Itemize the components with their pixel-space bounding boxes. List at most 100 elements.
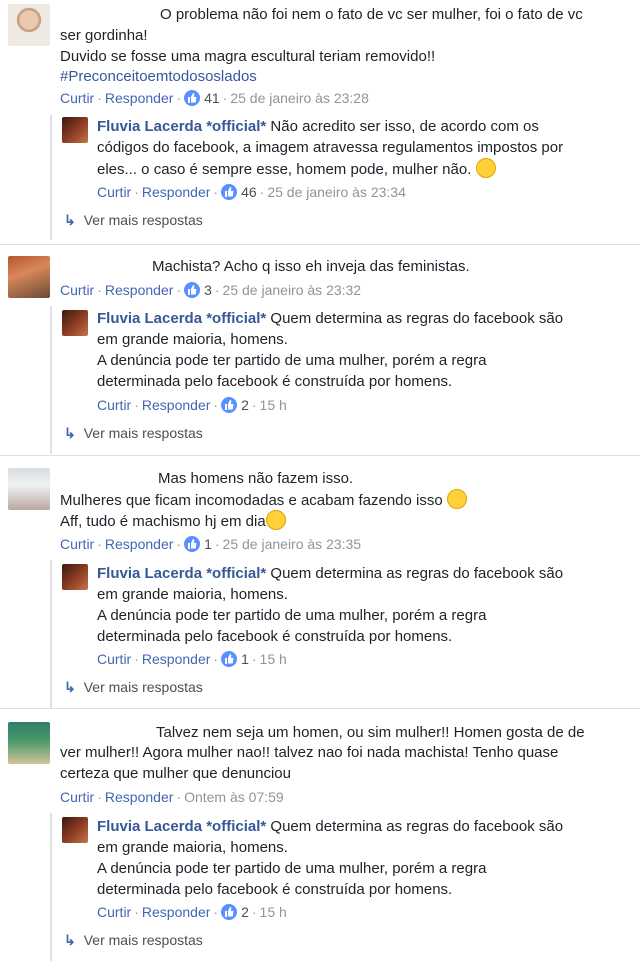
reply-time[interactable]: 15 h — [260, 397, 287, 413]
reply-text-1-line2: códigos do facebook, a imagem atravessa … — [97, 139, 564, 156]
reply-author-name[interactable]: Fluvia Lacerda *official* — [97, 565, 266, 582]
reply-text-4-line4: determinada pelo facebook é construída p… — [97, 881, 453, 898]
like-link[interactable]: Curtir — [60, 90, 94, 106]
thumbs-up-icon[interactable] — [221, 184, 238, 200]
reaction-count[interactable]: 2 — [241, 397, 249, 413]
comment-time[interactable]: 25 de janeiro às 23:28 — [230, 90, 369, 106]
reply-text-4: Fluvia Lacerda *official* Quem determina… — [97, 818, 564, 835]
comment-actions-2: Curtir · Responder · 3 · 25 de janeiro às 23:3… — [60, 282, 362, 298]
reply-text-3-line4: determinada pelo facebook é construída p… — [97, 628, 453, 645]
thumbs-up-icon[interactable] — [184, 536, 201, 552]
reply-time[interactable]: 15 h — [260, 651, 287, 667]
reply-arrow-icon: ↳ — [64, 932, 76, 948]
comment-text-4-line2: ver mulher!! Agora mulher nao!! talvez n… — [60, 744, 559, 761]
thumbs-up-icon[interactable] — [184, 282, 201, 298]
like-link[interactable]: Curtir — [97, 651, 131, 667]
reply-arrow-icon: ↳ — [64, 425, 76, 441]
reaction-count[interactable]: 1 — [241, 651, 249, 667]
comment-thread-1: O problema não foi nem o fato de vc ser … — [0, 0, 640, 250]
comment-thread-3: Mas homens não fazem isso. Mulheres que … — [0, 460, 640, 710]
like-link[interactable]: Curtir — [60, 282, 94, 298]
comment-text-3-line3: Aff, tudo é machismo hj em dia — [60, 510, 286, 532]
comment-time[interactable]: Ontem às 07:59 — [184, 789, 284, 805]
reply-author-avatar[interactable] — [62, 817, 88, 843]
reply-actions-3: Curtir · Responder · 1 · 15 h — [97, 651, 287, 667]
reply-link[interactable]: Responder — [105, 536, 174, 552]
reply-text-4-line3: A denúncia pode ter partido de uma mulhe… — [97, 860, 487, 877]
view-more-replies[interactable]: ↳ Ver mais respostas — [64, 932, 203, 949]
reply-text-2-line4: determinada pelo facebook é construída p… — [97, 373, 453, 390]
thumbs-up-icon[interactable] — [184, 90, 201, 106]
sad-emoji-icon — [265, 510, 286, 530]
commenter-avatar-3[interactable] — [8, 468, 50, 510]
reply-link[interactable]: Responder — [142, 904, 211, 920]
comment-text-3: Mas homens não fazem isso. — [158, 470, 354, 487]
comment-thread-4: Talvez nem seja um homen, ou sim mulher!… — [0, 712, 640, 968]
reply-text-2: Fluvia Lacerda *official* Quem determina… — [97, 310, 564, 327]
thumbs-up-icon[interactable] — [221, 397, 238, 413]
view-more-replies[interactable]: ↳ Ver mais respostas — [64, 212, 203, 229]
reply-text-3: Fluvia Lacerda *official* Quem determina… — [97, 565, 564, 582]
reaction-count[interactable]: 1 — [204, 536, 212, 552]
reply-author-avatar[interactable] — [62, 564, 88, 590]
view-more-replies[interactable]: ↳ Ver mais respostas — [64, 425, 203, 442]
comment-time[interactable]: 25 de janeiro às 23:32 — [223, 282, 362, 298]
commenter-avatar-1[interactable] — [8, 4, 50, 46]
reply-text-1-line3: eles... o caso é sempre esse, homem pode… — [97, 158, 496, 180]
reply-actions-4: Curtir · Responder · 2 · 15 h — [97, 904, 287, 920]
commenter-avatar-2[interactable] — [8, 256, 50, 298]
like-link[interactable]: Curtir — [97, 184, 131, 200]
reply-actions-1: Curtir · Responder · 46 · 25 de janeiro às 23:… — [97, 184, 406, 200]
reply-link[interactable]: Responder — [142, 651, 211, 667]
rolling-eyes-emoji-icon — [475, 158, 496, 178]
reply-author-name[interactable]: Fluvia Lacerda *official* — [97, 818, 266, 835]
reaction-count[interactable]: 46 — [241, 184, 257, 200]
comment-text-2: Machista? Acho q isso eh inveja das femi… — [152, 258, 470, 275]
reply-link[interactable]: Responder — [105, 90, 174, 106]
reaction-count[interactable]: 2 — [241, 904, 249, 920]
like-link[interactable]: Curtir — [60, 536, 94, 552]
reaction-count[interactable]: 3 — [204, 282, 212, 298]
thumbs-up-icon[interactable] — [221, 651, 238, 667]
like-link[interactable]: Curtir — [60, 789, 94, 805]
comment-actions-4: Curtir · Responder · Ontem às 07:59 — [60, 789, 284, 805]
comment-time[interactable]: 25 de janeiro às 23:35 — [223, 536, 362, 552]
reply-arrow-icon: ↳ — [64, 212, 76, 228]
view-more-replies[interactable]: ↳ Ver mais respostas — [64, 679, 203, 696]
comment-text-4: Talvez nem seja um homen, ou sim mulher!… — [156, 724, 585, 741]
reply-text-2-line3: A denúncia pode ter partido de uma mulhe… — [97, 352, 487, 369]
reply-arrow-icon: ↳ — [64, 679, 76, 695]
reply-author-name[interactable]: Fluvia Lacerda *official* — [97, 118, 266, 135]
reply-link[interactable]: Responder — [105, 282, 174, 298]
reply-time[interactable]: 25 de janeiro às 23:34 — [267, 184, 406, 200]
commenter-avatar-4[interactable] — [8, 722, 50, 764]
reply-line — [50, 813, 52, 961]
comment-text-3-line2: Mulheres que ficam incomodadas e acabam … — [60, 489, 467, 511]
confused-emoji-icon — [446, 489, 467, 509]
divider — [0, 455, 640, 456]
reply-line — [50, 306, 52, 454]
like-link[interactable]: Curtir — [97, 904, 131, 920]
thumbs-up-icon[interactable] — [221, 904, 238, 920]
comment-thread-2: Machista? Acho q isso eh inveja das femi… — [0, 250, 640, 460]
reply-link[interactable]: Responder — [142, 184, 211, 200]
reply-author-avatar[interactable] — [62, 310, 88, 336]
reply-text-3-line3: A denúncia pode ter partido de uma mulhe… — [97, 607, 487, 624]
reply-line — [50, 115, 52, 240]
reply-text-2-line2: em grande maioria, homens. — [97, 331, 288, 348]
reply-author-name[interactable]: Fluvia Lacerda *official* — [97, 310, 266, 327]
reply-line — [50, 560, 52, 708]
reply-author-avatar[interactable] — [62, 117, 88, 143]
reaction-count[interactable]: 41 — [204, 90, 220, 106]
divider — [0, 244, 640, 245]
like-link[interactable]: Curtir — [97, 397, 131, 413]
comment-text-1: O problema não foi nem o fato de vc ser … — [160, 6, 583, 23]
reply-text-4-line2: em grande maioria, homens. — [97, 839, 288, 856]
reply-link[interactable]: Responder — [142, 397, 211, 413]
hashtag-link[interactable]: #Preconceitoemtodososlados — [60, 66, 257, 87]
reply-link[interactable]: Responder — [105, 789, 174, 805]
reply-time[interactable]: 15 h — [260, 904, 287, 920]
comment-text-1-line3: Duvido se fosse uma magra escultural ter… — [60, 48, 436, 65]
comment-actions-3: Curtir · Responder · 1 · 25 de janeiro às 23:3… — [60, 536, 362, 552]
reply-text-1: Fluvia Lacerda *official* Não acredito s… — [97, 118, 539, 135]
